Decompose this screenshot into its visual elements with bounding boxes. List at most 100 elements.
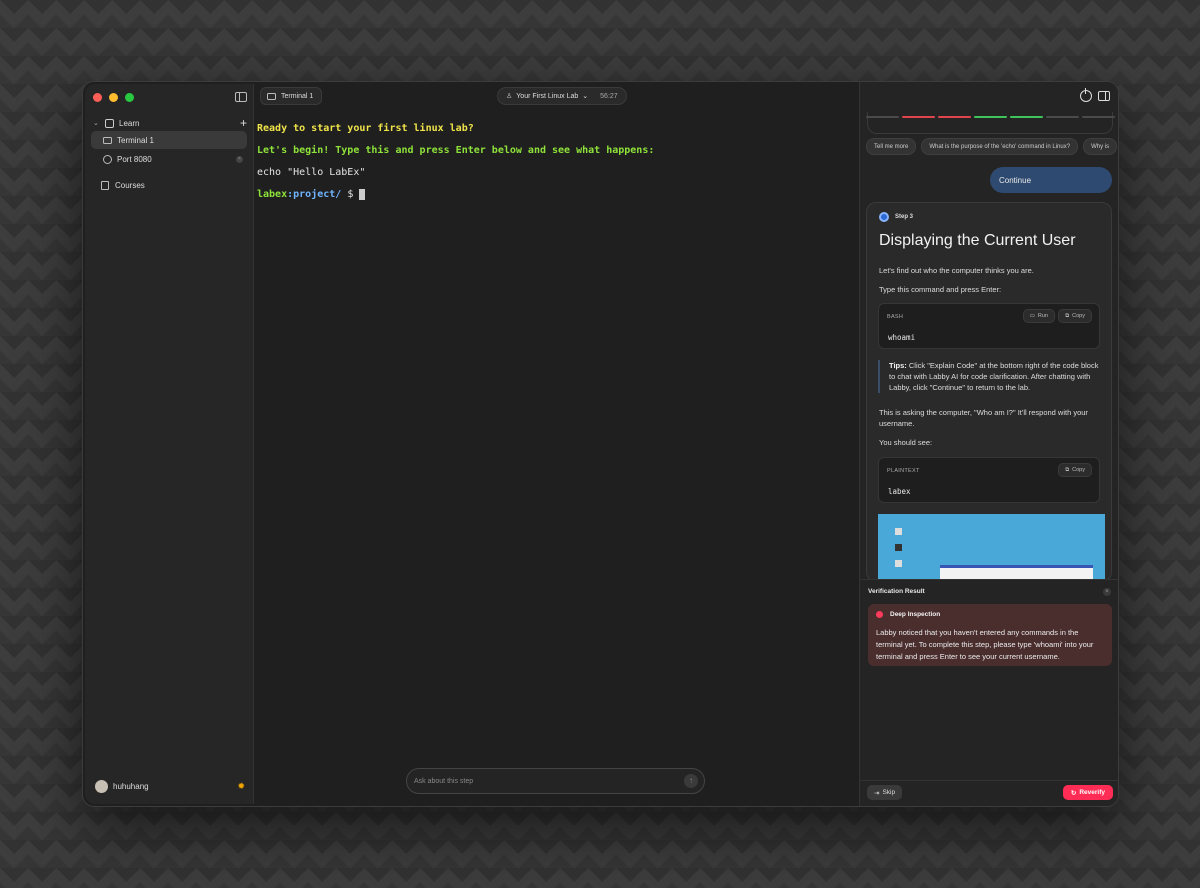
- verification-message: Labby noticed that you haven't entered a…: [876, 628, 1094, 661]
- skip-label: Skip: [882, 789, 896, 796]
- step-paragraph: This is asking the computer, "Who am I?"…: [879, 408, 1088, 428]
- terminal-icon: [267, 92, 276, 100]
- terminal-line: Let's begin! Type this and press Enter b…: [257, 145, 655, 156]
- username: huhuhang: [113, 781, 149, 791]
- learn-icon: [105, 118, 114, 128]
- reverify-label: Reverify: [1079, 789, 1105, 796]
- ask-placeholder: Ask about this step: [414, 777, 474, 785]
- chevron-down-icon: ⌄: [93, 120, 99, 127]
- step-card: Step 3 Displaying the Current User Let's…: [866, 202, 1112, 582]
- tips-label: Tips:: [889, 361, 907, 370]
- prompt-symbol: $: [341, 189, 360, 200]
- close-window-button[interactable]: [93, 93, 102, 102]
- step-paragraph: Let's find out who the computer thinks y…: [879, 266, 1034, 275]
- lab-title: Your First Linux Lab: [516, 92, 579, 100]
- step-label: Step 3: [895, 214, 914, 220]
- ask-input[interactable]: Ask about this step ↑: [406, 768, 705, 794]
- refresh-icon: ↻: [1070, 789, 1077, 797]
- copy-label: Copy: [1072, 313, 1085, 319]
- code-language: PLAINTEXT: [887, 468, 920, 474]
- progress-segment: [938, 116, 971, 118]
- book-icon: [101, 180, 109, 190]
- chevron-down-icon: ⌄: [582, 93, 589, 100]
- sidebar-item-label: Port 8080: [117, 154, 152, 164]
- lab-timer: 56:27: [600, 92, 618, 100]
- user-profile[interactable]: huhuhang ✹: [95, 778, 245, 794]
- power-icon[interactable]: [1080, 88, 1092, 102]
- progress-segment: [1046, 116, 1079, 118]
- progress-segment: [866, 116, 899, 118]
- progress-segment: [902, 116, 935, 118]
- sidebar-item-terminal-1[interactable]: Terminal 1: [91, 131, 247, 149]
- tab-label: Terminal 1: [281, 92, 314, 100]
- verification-panel: Verification Result × Deep Inspection La…: [860, 579, 1118, 781]
- reverify-button[interactable]: ↻ Reverify: [1062, 785, 1113, 800]
- tab-terminal-1[interactable]: Terminal 1: [260, 87, 323, 105]
- progress-segment: [1082, 116, 1115, 118]
- sidebar: ⌄ Learn + Terminal 1 Port 8080 × Courses…: [85, 84, 254, 804]
- code-block-bash: BASH ▭ Run ⧉ Copy whoami: [878, 303, 1100, 349]
- tips-text: Click "Explain Code" at the bottom right…: [889, 361, 1099, 392]
- maximize-window-button[interactable]: [125, 93, 134, 102]
- desktop-screenshot-image: [878, 514, 1105, 581]
- sidebar-item-courses[interactable]: Courses: [91, 176, 247, 194]
- skip-icon: ⇥: [874, 789, 880, 797]
- copy-icon: ⧉: [1065, 466, 1070, 473]
- suggestion-chip[interactable]: What is the purpose of the 'echo' comman…: [921, 138, 1079, 155]
- sidebar-item-label: Courses: [115, 180, 145, 190]
- suggestion-chip[interactable]: Why is: [1083, 138, 1118, 155]
- run-button[interactable]: ▭ Run: [1022, 309, 1055, 323]
- sidebar-section-learn[interactable]: ⌄ Learn +: [93, 116, 247, 130]
- step-paragraph: You should see:: [879, 438, 933, 447]
- skip-button[interactable]: ⇥ Skip: [867, 785, 903, 800]
- code-language: BASH: [887, 314, 904, 320]
- step-header: Step 3: [879, 212, 913, 222]
- verification-error-box: Deep Inspection Labby noticed that you h…: [868, 604, 1112, 666]
- close-port-icon[interactable]: ×: [236, 155, 243, 163]
- terminal-output[interactable]: Ready to start your first linux lab? Let…: [257, 123, 654, 211]
- progress-segment: [974, 116, 1007, 118]
- sidebar-item-label: Terminal 1: [117, 135, 154, 145]
- add-icon[interactable]: +: [240, 117, 247, 129]
- tips-callout: Tips: Click "Explain Code" at the bottom…: [878, 360, 1100, 393]
- desktop-icon: [895, 544, 902, 551]
- panel-toggle-icon[interactable]: [1098, 91, 1110, 101]
- copy-button[interactable]: ⧉ Copy: [1058, 309, 1092, 323]
- user-icon: ♙: [506, 93, 513, 100]
- copy-button[interactable]: ⧉ Copy: [1058, 463, 1092, 477]
- terminal-icon: [103, 136, 112, 144]
- sidebar-toggle-icon[interactable]: [235, 92, 247, 102]
- step-progress-bar: [866, 116, 1115, 118]
- run-icon: ▭: [1029, 313, 1035, 319]
- step-title: Displaying the Current User: [879, 232, 1076, 249]
- error-icon: [876, 611, 883, 618]
- close-icon[interactable]: ×: [1103, 588, 1111, 596]
- prompt-path: :project/: [287, 189, 342, 200]
- terminal-cursor: [359, 189, 366, 200]
- code-content: whoami: [888, 333, 916, 342]
- run-label: Run: [1037, 313, 1048, 319]
- terminal-line: echo "Hello LabEx": [257, 167, 366, 178]
- avatar: [95, 779, 108, 793]
- send-arrow-icon[interactable]: ↑: [684, 774, 698, 788]
- code-content: labex: [888, 487, 911, 496]
- desktop-icon: [895, 560, 902, 567]
- continue-button[interactable]: Continue: [990, 167, 1112, 193]
- minimize-window-button[interactable]: [109, 93, 118, 102]
- globe-icon: [103, 154, 112, 164]
- progress-segment: [1010, 116, 1043, 118]
- prompt-host: labex: [257, 189, 288, 200]
- verification-heading: Deep Inspection: [876, 611, 940, 618]
- terminal-prompt: labex:project/ $: [257, 189, 654, 200]
- terminal-area: Terminal 1 ♙ Your First Linux Lab ⌄ 56:2…: [255, 82, 859, 806]
- suggestion-chips: Tell me more What is the purpose of the …: [866, 138, 1118, 155]
- suggestion-chip[interactable]: Tell me more: [866, 138, 917, 155]
- code-block-plaintext: PLAINTEXT ⧉ Copy labex: [878, 457, 1100, 503]
- terminal-line: Ready to start your first linux lab?: [257, 123, 474, 134]
- settings-gear-icon[interactable]: ✹: [237, 781, 245, 792]
- sidebar-section-label: Learn: [119, 118, 140, 128]
- verification-heading-text: Deep Inspection: [890, 611, 941, 618]
- sidebar-item-port-8080[interactable]: Port 8080 ×: [91, 150, 247, 168]
- lab-selector[interactable]: ♙ Your First Linux Lab ⌄ 56:27: [497, 87, 627, 105]
- desktop-icon: [895, 528, 902, 535]
